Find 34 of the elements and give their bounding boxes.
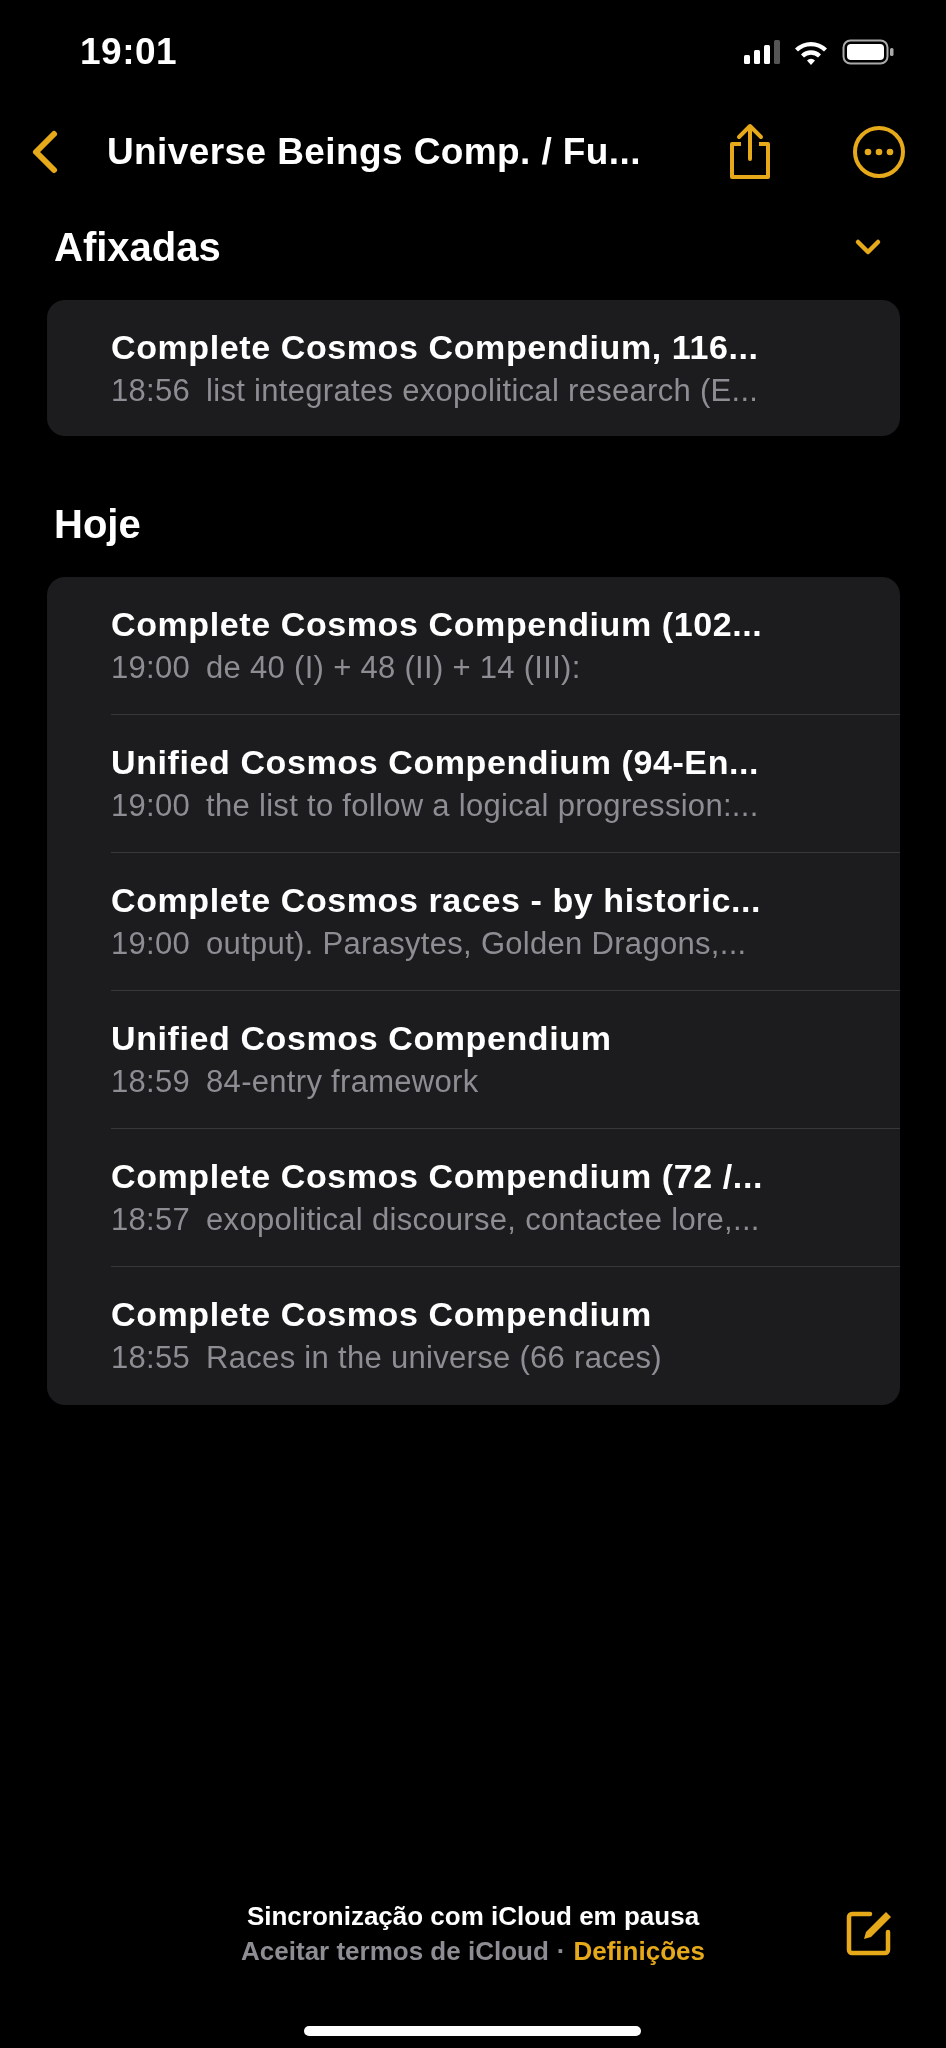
signal-icon <box>744 40 780 64</box>
more-button[interactable] <box>852 125 906 179</box>
dot-separator: · <box>556 1935 566 1968</box>
note-preview: output). Parasytes, Golden Dragons,... <box>206 925 747 963</box>
note-time: 19:00 <box>111 925 191 963</box>
settings-link[interactable]: Definições <box>573 1934 705 1968</box>
clock-time: 19:01 <box>80 31 178 73</box>
section-heading: Hoje <box>54 501 142 548</box>
note-time: 18:59 <box>111 1063 191 1101</box>
note-preview: 84-entry framework <box>206 1063 479 1101</box>
terms-notice: Aceitar termos de iCloud <box>241 1935 549 1968</box>
note-preview: Races in the universe (66 races) <box>206 1339 662 1377</box>
folder-title: Universe Beings Comp. / Fu... <box>107 131 641 173</box>
note-preview: the list to follow a logical progression:... <box>206 787 759 825</box>
note-title[interactable]: Complete Cosmos Compendium <box>111 1294 652 1334</box>
note-title[interactable]: Unified Cosmos Compendium (94-En... <box>111 742 760 782</box>
note-title[interactable]: Complete Cosmos Compendium (102... <box>111 604 763 644</box>
wifi-icon <box>794 39 828 65</box>
note-title[interactable]: Complete Cosmos Compendium (72 /... <box>111 1156 763 1196</box>
note-time: 18:57 <box>111 1201 191 1239</box>
note-title[interactable]: Complete Cosmos Compendium, 116... <box>111 327 759 367</box>
note-preview: de 40 (I) + 48 (II) + 14 (III): <box>206 649 581 687</box>
battery-icon <box>842 39 894 65</box>
note-preview: exopolitical discourse, contactee lore,... <box>206 1201 760 1239</box>
note-preview: list integrates exopolitical research (E... <box>206 372 759 410</box>
note-time: 18:55 <box>111 1339 191 1377</box>
sync-status: Sincronização com iCloud em pausa <box>246 1900 700 1933</box>
note-time: 18:56 <box>111 372 191 410</box>
note-time: 19:00 <box>111 649 191 687</box>
note-title[interactable]: Complete Cosmos races - by historic... <box>111 880 762 920</box>
section-heading: Afixadas <box>54 224 222 271</box>
note-time: 19:00 <box>111 787 191 825</box>
note-title[interactable]: Unified Cosmos Compendium <box>111 1018 612 1058</box>
collapse-button[interactable] <box>854 238 882 256</box>
